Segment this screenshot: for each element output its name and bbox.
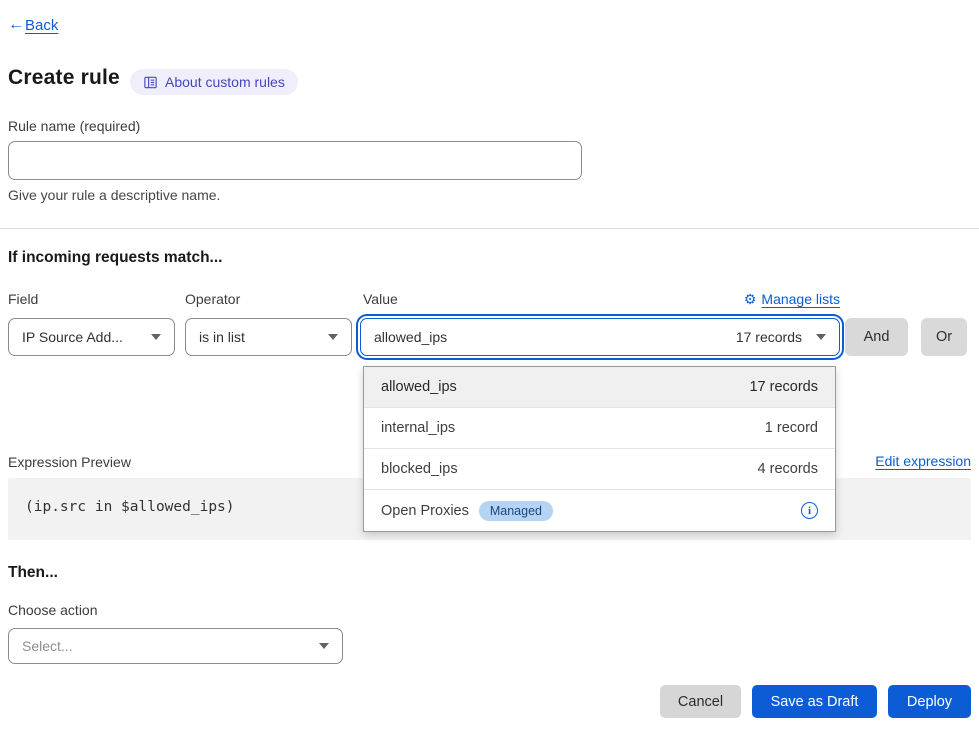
list-name: internal_ips — [381, 420, 455, 436]
save-as-draft-button[interactable]: Save as Draft — [752, 685, 877, 718]
dropdown-item-open-proxies[interactable]: Open Proxies Managed i — [364, 490, 835, 531]
gear-icon: ⚙ — [744, 292, 757, 306]
list-name: blocked_ips — [381, 461, 458, 477]
chevron-down-icon — [319, 643, 329, 649]
manage-lists-link[interactable]: ⚙ Manage lists — [744, 291, 840, 307]
section-divider — [0, 228, 979, 229]
edit-expression-link[interactable]: Edit expression — [875, 453, 971, 469]
dropdown-item-internal-ips[interactable]: internal_ips 1 record — [364, 408, 835, 449]
action-select-placeholder: Select... — [22, 638, 73, 654]
expression-code: (ip.src in $allowed_ips) — [25, 499, 235, 515]
field-select[interactable]: IP Source Add... — [8, 318, 175, 356]
list-record-count: 1 record — [765, 420, 818, 436]
info-icon[interactable]: i — [801, 502, 818, 519]
value-select-meta: 17 records — [736, 329, 802, 345]
list-name: allowed_ips — [381, 379, 457, 395]
value-select[interactable]: allowed_ips 17 records — [360, 318, 840, 356]
operator-select[interactable]: is in list — [185, 318, 352, 356]
match-section-heading: If incoming requests match... — [8, 249, 222, 267]
chevron-down-icon — [816, 334, 826, 340]
list-record-count: 4 records — [758, 461, 818, 477]
then-section-heading: Then... — [8, 564, 58, 582]
manage-lists-label: Manage lists — [761, 291, 840, 307]
about-custom-rules-link[interactable]: About custom rules — [130, 69, 298, 95]
value-select-value: allowed_ips — [374, 329, 447, 345]
value-label: Value — [363, 291, 398, 307]
action-select[interactable]: Select... — [8, 628, 343, 664]
rule-name-input[interactable] — [8, 141, 582, 180]
back-link[interactable]: ← Back — [8, 16, 58, 34]
list-name: Open Proxies — [381, 503, 469, 519]
about-label: About custom rules — [165, 74, 285, 90]
deploy-button[interactable]: Deploy — [888, 685, 971, 718]
operator-label: Operator — [185, 291, 240, 307]
chevron-down-icon — [328, 334, 338, 340]
value-dropdown-menu: allowed_ips 17 records internal_ips 1 re… — [363, 366, 836, 532]
arrow-left-icon: ← — [8, 16, 24, 34]
managed-badge: Managed — [479, 501, 553, 521]
expression-preview-label: Expression Preview — [8, 454, 131, 470]
book-icon — [143, 75, 158, 90]
field-select-value: IP Source Add... — [22, 329, 123, 345]
create-rule-page: ← Back Create rule About custom rules Ru… — [0, 0, 979, 739]
or-button[interactable]: Or — [921, 318, 967, 356]
rule-name-helper: Give your rule a descriptive name. — [8, 187, 220, 203]
dropdown-item-allowed-ips[interactable]: allowed_ips 17 records — [364, 367, 835, 408]
chevron-down-icon — [151, 334, 161, 340]
field-label: Field — [8, 291, 38, 307]
rule-name-label: Rule name (required) — [8, 118, 140, 134]
back-label: Back — [25, 17, 58, 34]
page-title: Create rule — [8, 66, 120, 90]
cancel-button[interactable]: Cancel — [660, 685, 741, 718]
list-record-count: 17 records — [749, 379, 818, 395]
choose-action-label: Choose action — [8, 602, 98, 618]
and-button[interactable]: And — [845, 318, 908, 356]
dropdown-item-blocked-ips[interactable]: blocked_ips 4 records — [364, 449, 835, 490]
operator-select-value: is in list — [199, 329, 245, 345]
